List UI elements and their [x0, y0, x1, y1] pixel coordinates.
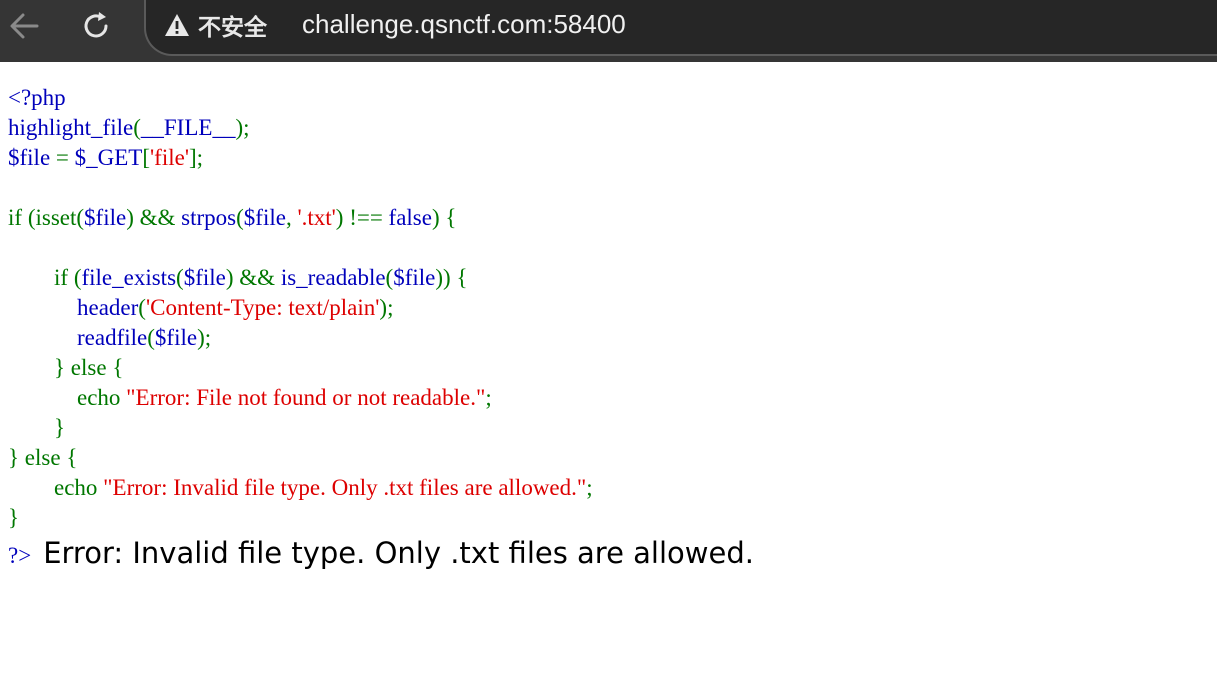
code-token: __FILE__ [140, 115, 236, 140]
code-token: 'file' [150, 145, 189, 170]
code-token: } [8, 445, 25, 470]
code-token: echo [8, 385, 127, 410]
warning-triangle-icon [165, 14, 189, 36]
code-token: $file [393, 265, 436, 290]
code-token: { [445, 205, 457, 230]
code-token: header [8, 295, 139, 320]
code-token: ( [76, 205, 85, 230]
code-token: ) [335, 205, 350, 230]
code-token: ); [197, 325, 212, 350]
code-token: ); [379, 295, 394, 320]
code-token: file_exists [81, 265, 177, 290]
code-token: 'Content-Type: text/plain' [145, 295, 380, 320]
security-label: 不安全 [198, 15, 267, 41]
php-source-code: <?php highlight_file(__FILE__); $file = $_… [8, 83, 593, 533]
code-token: else [24, 445, 67, 470]
code-token: , [285, 205, 298, 230]
reload-button[interactable] [76, 6, 116, 46]
code-token: { [112, 355, 124, 380]
back-arrow-icon [10, 13, 39, 39]
code-token: $_GET [74, 145, 143, 170]
code-line: } else { [8, 353, 593, 383]
code-token: ) [431, 205, 446, 230]
code-token: highlight_file [8, 115, 134, 140]
code-token: if [8, 265, 74, 290]
code-token: ( [133, 115, 141, 140]
code-token: ( [147, 325, 155, 350]
code-token: false [388, 205, 432, 230]
code-token: <?php [8, 85, 66, 110]
code-token: } [8, 505, 20, 530]
code-token: ) [126, 205, 140, 230]
code-token: ) [225, 265, 240, 290]
code-token: [ [142, 145, 151, 170]
code-token: "Error: Invalid file type. Only .txt fil… [103, 475, 587, 500]
code-token: ; [485, 385, 492, 410]
security-indicator[interactable]: 不安全 [164, 10, 267, 41]
code-token: { [456, 265, 468, 290]
code-token: $file [154, 325, 198, 350]
code-line: echo "Error: Invalid file type. Only .tx… [8, 473, 593, 503]
code-token: else [70, 355, 113, 380]
code-token: strpos [181, 205, 237, 230]
code-token: } [8, 415, 66, 440]
code-token: ( [176, 265, 184, 290]
code-token: ( [236, 205, 244, 230]
code-token: ]; [188, 145, 204, 170]
code-token: ( [138, 295, 146, 320]
code-token: )) [435, 265, 457, 290]
code-token: readfile [8, 325, 148, 350]
code-line: header('Content-Type: text/plain'); [8, 293, 593, 323]
reload-icon [84, 12, 108, 38]
code-token: ; [586, 475, 593, 500]
code-line: if (file_exists($file) && is_readable($f… [8, 263, 593, 293]
code-token: $file [84, 205, 127, 230]
back-button[interactable] [4, 6, 44, 46]
browser-toolbar: 不安全 challenge.qsnctf.com:58400 [0, 0, 1217, 62]
code-token: !== [349, 205, 389, 230]
code-line: readfile($file); [8, 323, 593, 353]
code-line: <?php [8, 83, 593, 113]
code-line: } else { [8, 443, 593, 473]
page-content: <?php highlight_file(__FILE__); $file = $_… [0, 66, 1217, 697]
code-token: "Error: File not found or not readable." [126, 385, 486, 410]
code-token: = [55, 145, 75, 170]
code-token: } [8, 355, 71, 380]
code-token: ); [235, 115, 250, 140]
code-token: if [8, 205, 28, 230]
page-output: ?> Error: Invalid file type. Only .txt f… [8, 536, 754, 570]
code-token: && [139, 205, 182, 230]
url-text[interactable]: challenge.qsnctf.com:58400 [302, 9, 626, 40]
code-line: if (isset($file) && strpos($file, '.txt'… [8, 203, 593, 233]
code-token: $file [243, 205, 286, 230]
code-token: $file [8, 145, 56, 170]
php-closing-tag: ?> [8, 543, 32, 568]
code-line: } [8, 503, 593, 533]
address-bar[interactable]: 不安全 challenge.qsnctf.com:58400 [144, 0, 1217, 56]
code-line: } [8, 413, 593, 443]
code-token: '.txt' [297, 205, 336, 230]
code-token: isset [35, 205, 77, 230]
code-token: $file [183, 265, 226, 290]
code-line: echo "Error: File not found or not reada… [8, 383, 593, 413]
code-line: $file = $_GET['file']; [8, 143, 593, 173]
code-token: is_readable [280, 265, 386, 290]
code-token: && [239, 265, 281, 290]
code-line: highlight_file(__FILE__); [8, 113, 593, 143]
code-token: echo [8, 475, 104, 500]
code-token: { [66, 445, 78, 470]
error-output-text: Error: Invalid file type. Only .txt file… [43, 536, 754, 570]
